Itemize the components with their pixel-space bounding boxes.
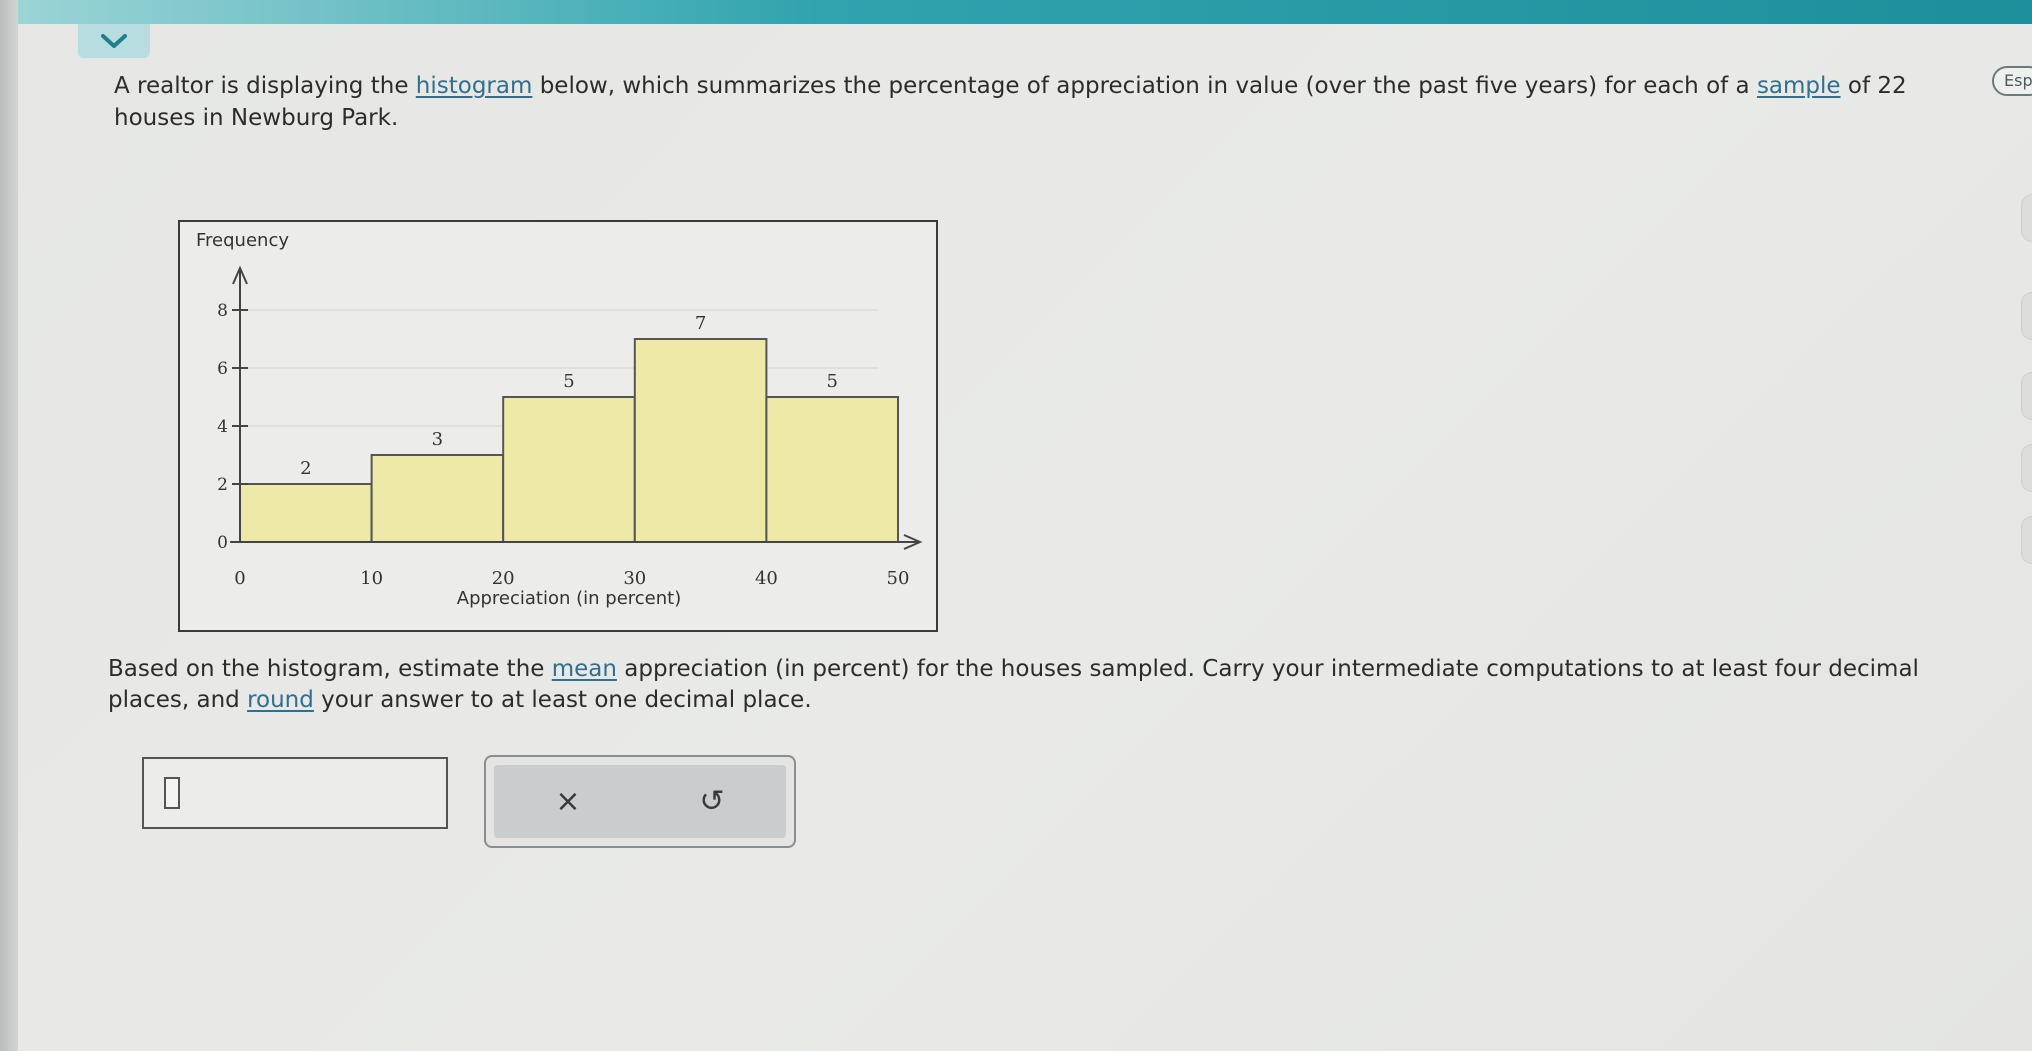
action-panel: × ↺: [484, 755, 796, 848]
chevron-down-icon: [101, 34, 127, 48]
histogram-bar: [765, 396, 900, 543]
y-tick-label: 6: [217, 359, 228, 379]
side-edge-control: [2021, 194, 2032, 242]
collapse-toggle[interactable]: [78, 24, 150, 58]
bar-value-label: 2: [300, 458, 311, 479]
mean-term-link[interactable]: mean: [552, 656, 617, 682]
side-edge-control: [2021, 444, 2032, 492]
question-text: A realtor is displaying the histogram be…: [114, 73, 1907, 131]
side-edge-control: [2021, 372, 2032, 420]
x-tick-label: 20: [492, 568, 515, 589]
language-toggle-button[interactable]: Espa: [1992, 66, 2032, 96]
answer-field[interactable]: [142, 757, 462, 829]
bar-value-label: 5: [563, 371, 574, 392]
histogram-svg: 23575024680 10 20 30 40 50FrequencyAppreciati…: [196, 230, 923, 609]
side-edge-control: [2021, 516, 2032, 564]
y-tick-label: 0: [217, 533, 228, 553]
undo-button[interactable]: ↺: [682, 779, 742, 825]
y-tick-label: 4: [217, 417, 228, 437]
y-axis-title: Frequency: [196, 230, 289, 251]
x-tick-label: 10: [360, 568, 383, 589]
y-tick-label: 8: [217, 301, 228, 321]
histogram-bar: [370, 454, 505, 543]
sample-term-link[interactable]: sample: [1757, 73, 1841, 99]
bar-value-label: 7: [695, 313, 706, 334]
top-accent-bar: [18, 0, 2032, 24]
x-tick-label: 0: [234, 568, 245, 589]
side-edge-control: [2021, 292, 2032, 340]
histogram-term-link[interactable]: histogram: [416, 73, 533, 99]
close-icon: ×: [555, 784, 581, 819]
question-panel: Espa A realtor is displaying the histogr…: [18, 24, 2032, 1051]
histogram-bar: [633, 338, 768, 543]
histogram-bar: [239, 483, 373, 543]
x-tick-label: 30: [623, 568, 646, 589]
bar-value-label: 3: [432, 429, 443, 450]
histogram-chart: 2 3 5 7 5 0 2 4 6 8 0 10 20 30 40 50 Frequency Appreciati…: [178, 220, 938, 632]
answer-input[interactable]: [164, 775, 462, 813]
x-axis-title: Appreciation (in percent): [457, 588, 682, 609]
action-bar: × ↺: [494, 765, 786, 838]
bar-value-label: 5: [826, 371, 837, 392]
prompt-text: Based on the histogram, estimate the mea…: [108, 656, 1919, 713]
x-tick-label: 40: [755, 568, 778, 589]
undo-icon: ↺: [699, 784, 725, 819]
x-tick-label: 50: [887, 568, 910, 589]
histogram-bar: [502, 396, 636, 543]
round-term-link[interactable]: round: [247, 687, 314, 713]
clear-button[interactable]: ×: [538, 779, 598, 825]
y-tick-label: 2: [217, 475, 228, 495]
left-edge: [0, 0, 18, 1051]
